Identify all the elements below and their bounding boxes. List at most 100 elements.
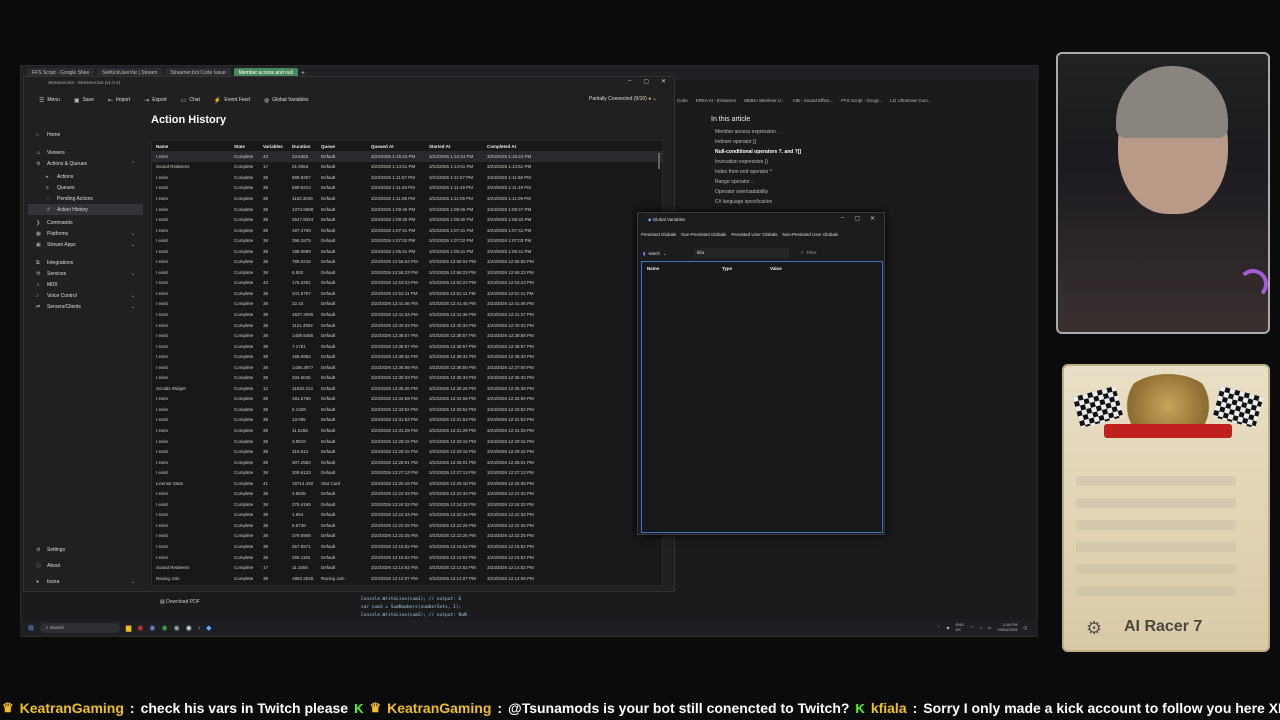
sidebar-item-action-history[interactable]: ↺ Action History — [28, 204, 143, 215]
column-header[interactable]: Started At — [425, 144, 483, 149]
filter-input[interactable]: ⌕ Filter — [798, 248, 880, 258]
table-row[interactable]: I exist Complete 38 1373.6668 Default 3/23/20… — [152, 204, 662, 215]
table-row[interactable]: I exist Complete 38 11.5256 Default 3/23/2026… — [152, 425, 662, 436]
sidebar-item-servers-clients[interactable]: ⇄ Servers/Clients ⌄ — [28, 301, 143, 312]
table-row[interactable]: License Stats Complete 41 18714.340 Stat Car… — [152, 478, 662, 489]
chevron-icon[interactable]: ⌄ — [131, 231, 135, 237]
toc-item[interactable]: C# language specification — [715, 199, 1031, 205]
table-row[interactable]: I exist Complete 38 334.6045 Default 3/23/202… — [152, 372, 662, 383]
sidebar-item-platforms[interactable]: ▦ Platforms ⌄ — [28, 228, 143, 239]
table-row[interactable]: I exist Complete 38 599.9367 Default 3/23/202… — [152, 172, 662, 183]
tab-persisted-globals[interactable]: Persisted Globals — [641, 232, 676, 237]
platform-select[interactable]: ▮ twitch ⌄ — [643, 249, 689, 258]
event-feed-button[interactable]: ⚡ Event Feed — [209, 97, 255, 104]
sidebar-item-pending-actions[interactable]: ◔ Pending Actions — [28, 193, 143, 204]
streamerbot-icon[interactable]: ◆ — [206, 624, 211, 632]
toc-item[interactable]: Invocation expression () — [715, 159, 1031, 165]
table-row[interactable]: I exist Complete 38 1.654 Default 3/23/2026 1… — [152, 510, 662, 521]
table-row[interactable]: Racing Join Complete 38 1863.3028 Racing Joi… — [152, 573, 662, 584]
table-row[interactable]: I exist Complete 38 341.5757 Default 3/23/202… — [152, 288, 662, 299]
windows-start-icon[interactable]: ⊞ — [28, 624, 34, 632]
sidebar-item-midi[interactable]: ♫ MIDI — [28, 279, 143, 290]
sidebar-item-integrations[interactable]: ⧉ Integrations — [28, 257, 143, 268]
toc-item[interactable]: Range operator .. — [715, 179, 1031, 185]
table-row[interactable]: I exist Complete 38 181.5766 Default 3/23/202… — [152, 394, 662, 405]
bookmark[interactable]: VIB - Sound Effect... — [793, 98, 834, 103]
column-header[interactable]: Name — [152, 144, 230, 149]
tab-persisted-user-globals[interactable]: Persisted User Globals — [731, 232, 777, 237]
minimize-icon[interactable]: – — [628, 78, 631, 85]
user-input[interactable]: kfia — [694, 248, 789, 258]
scrollbar[interactable] — [658, 153, 660, 169]
sidebar-item-about[interactable]: ⓘ About — [28, 560, 143, 571]
notification-icon[interactable]: ◳ — [1023, 625, 1027, 630]
chevron-icon[interactable]: ⌃ — [131, 161, 135, 167]
table-row[interactable]: I exist Complete 38 1409.5455 Default 3/23/20… — [152, 330, 662, 341]
column-header[interactable]: Duration — [288, 144, 317, 149]
table-row[interactable]: I exist Complete 38 168.6952 Default 3/23/202… — [152, 351, 662, 362]
volume-icon[interactable]: ◃ — [980, 625, 982, 630]
table-row[interactable]: I exist Complete 38 2547.8324 Default 3/23/20… — [152, 214, 662, 225]
tray-chevron-icon[interactable]: ⌃ — [937, 625, 940, 630]
column-value[interactable]: Value — [770, 266, 782, 271]
sidebar-item-services[interactable]: ⚒ Services ⌄ — [28, 268, 143, 279]
sidebar-item-stream-apps[interactable]: ▣ Stream Apps ⌄ — [28, 239, 143, 250]
global-variables-button[interactable]: ◍ Global Variables — [259, 97, 314, 104]
table-row[interactable]: I exist Complete 38 22.43 Default 3/23/2026 1… — [152, 299, 662, 310]
table-row[interactable]: I exist Complete 38 310.812 Default 3/23/2026… — [152, 446, 662, 457]
table-row[interactable]: I exist Complete 38 1121.4992 Default 3/23/20… — [152, 320, 662, 331]
column-header[interactable]: Variables — [259, 144, 288, 149]
export-button[interactable]: ⇥ Export — [139, 97, 171, 104]
bookmark[interactable]: 8BitDo Wireless U... — [744, 98, 784, 103]
table-row[interactable]: I exist Complete 38 307.2562 Default 3/23/202… — [152, 457, 662, 468]
column-header[interactable]: Completed At — [483, 144, 543, 149]
table-row[interactable]: I exist Complete 38 396.2675 Default 3/23/202… — [152, 235, 662, 246]
chevron-icon[interactable]: ⌄ — [131, 242, 135, 248]
toc-item[interactable]: Indexer operator [] — [715, 139, 1031, 145]
menu-button[interactable]: ☰ Menu — [34, 97, 65, 104]
save-button[interactable]: ▣ Save — [69, 97, 99, 104]
bookmark[interactable]: KREA AI - Enhancer — [696, 98, 737, 103]
tab-non-persisted-user-globals[interactable]: Non-Persisted User Globals — [782, 232, 838, 237]
toc-item-selected[interactable]: Null-conditional operators ?. and ?[] — [715, 149, 1031, 155]
close-icon[interactable]: ✕ — [661, 78, 666, 85]
table-row[interactable]: Socials Widget Complete 12 11532.314 Default… — [152, 383, 662, 394]
sidebar-item-queues[interactable]: ≡ Queues — [28, 182, 143, 193]
table-row[interactable]: I exist Complete 38 589.6313 Default 3/23/202… — [152, 183, 662, 194]
sidebar-item-voice-control[interactable]: ♪ Voice Control ⌄ — [28, 290, 143, 301]
column-header[interactable]: Queue — [317, 144, 367, 149]
table-row[interactable]: I exist Complete 38 1150.3046 Default 3/23/20… — [152, 193, 662, 204]
column-header[interactable]: Queued At — [367, 144, 425, 149]
table-row[interactable]: Sound Redeems Complete 17 21.9364 Default 3/2… — [152, 162, 662, 173]
sidebar-item-settings[interactable]: ⚙ Settings — [28, 544, 143, 555]
table-row[interactable]: I exist Complete 38 5.5738 Default 3/23/2026 … — [152, 520, 662, 531]
table-row[interactable]: Sound Redeems Complete 17 11.1655 Default 3/2… — [152, 562, 662, 573]
bookmark[interactable]: Code — [677, 98, 688, 103]
table-row[interactable]: I exist Complete 38 1436.3977 Default 3/23/20… — [152, 362, 662, 373]
steam-icon[interactable]: ◉ — [174, 624, 180, 632]
file-explorer-icon[interactable]: ▆ — [126, 624, 131, 632]
connection-status[interactable]: Partially Connected (9/10) ● ⌄ — [589, 96, 657, 102]
table-row[interactable]: I exist Complete 38 279.0908 Default 3/23/202… — [152, 531, 662, 542]
chevron-icon[interactable]: ⌄ — [131, 271, 135, 277]
sidebar-item-tsuna[interactable]: ● tsuna ⌄ — [28, 576, 143, 587]
table-row[interactable]: I exist Complete 38 188.0869 Default 3/23/202… — [152, 246, 662, 257]
import-button[interactable]: ⇤ Import — [103, 97, 135, 104]
table-row[interactable]: I exist Complete 38 5.1328 Default 3/23/2026 … — [152, 404, 662, 415]
table-row[interactable]: I exist Complete 38 795.0216 Default 3/23/202… — [152, 256, 662, 267]
terminal-icon[interactable]: › — [198, 625, 200, 632]
app-icon-red[interactable]: ◉ — [137, 624, 143, 632]
tab-non-persisted-globals[interactable]: Non-Persisted Globals — [681, 232, 726, 237]
language-indicator[interactable]: ENG UK — [955, 622, 964, 632]
table-row[interactable]: I exist Complete 43 23.5463 Default 3/23/2026… — [152, 151, 662, 162]
table-row[interactable]: I exist Complete 38 309.6123 Default 3/23/202… — [152, 467, 662, 478]
sidebar-item-viewers[interactable]: ☺ Viewers — [28, 147, 143, 158]
chat-button[interactable]: ▭ Chat — [176, 97, 205, 104]
table-row[interactable]: I exist Complete 38 276.4165 Default 3/23/202… — [152, 499, 662, 510]
close-icon[interactable]: ✕ — [870, 215, 875, 222]
download-pdf-button[interactable]: ▤ Download PDF — [160, 599, 200, 605]
chevron-icon[interactable]: ⌄ — [131, 293, 135, 299]
table-row[interactable]: I exist Complete 38 8.552 Default 3/23/2026 1… — [152, 267, 662, 278]
bookmark[interactable]: FFS Script - Googl... — [841, 98, 882, 103]
chrome-icon[interactable]: ◉ — [161, 624, 167, 632]
